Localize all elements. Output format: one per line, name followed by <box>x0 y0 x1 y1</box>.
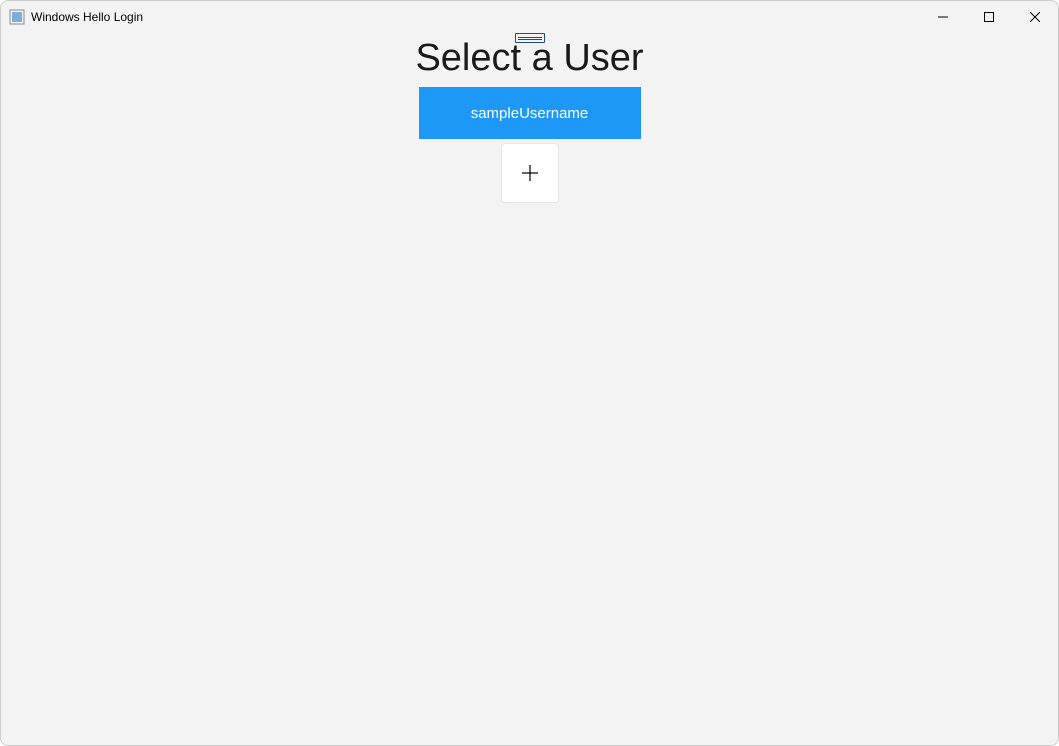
minimize-button[interactable] <box>920 1 966 33</box>
window-frame: Windows Hello Login <box>0 0 1059 746</box>
maximize-button[interactable] <box>966 1 1012 33</box>
window-controls <box>920 1 1058 33</box>
content-area: Select a User sampleUsername <box>1 33 1058 745</box>
add-user-button[interactable] <box>501 143 559 203</box>
titlebar-left: Windows Hello Login <box>9 9 143 25</box>
close-button[interactable] <box>1012 1 1058 33</box>
user-button[interactable]: sampleUsername <box>419 87 641 139</box>
page-title: Select a User <box>415 37 643 80</box>
titlebar: Windows Hello Login <box>1 1 1058 33</box>
window-title: Windows Hello Login <box>31 10 143 24</box>
app-icon <box>9 9 25 25</box>
